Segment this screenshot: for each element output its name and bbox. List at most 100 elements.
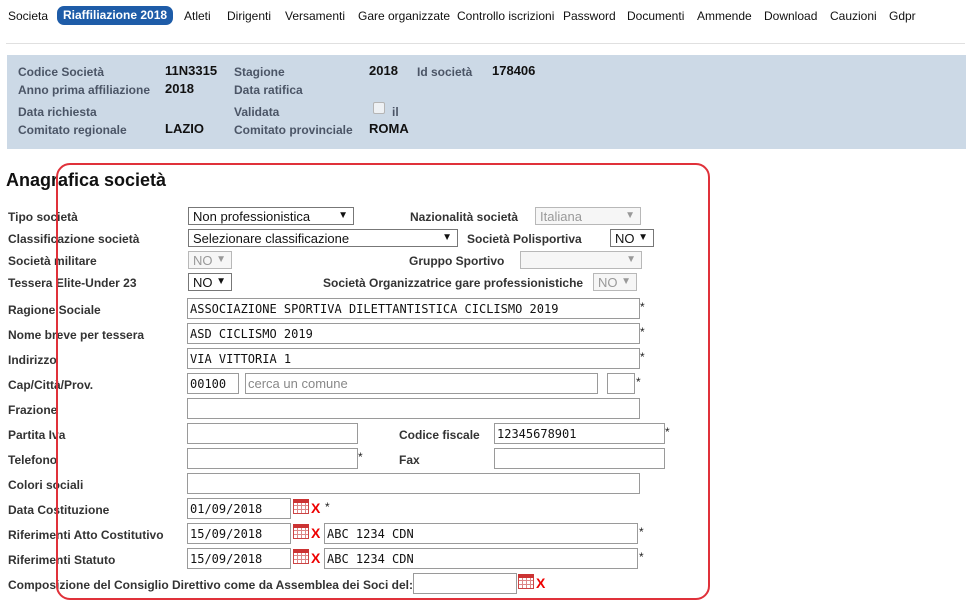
anno-affiliazione-label: Anno prima affiliazione <box>18 83 151 97</box>
nazionalita-value: Italiana <box>540 209 582 224</box>
comitato-regionale-label: Comitato regionale <box>18 123 127 137</box>
societa-militare-value: NO <box>193 253 213 268</box>
nav-item-ammende[interactable]: Ammende <box>697 9 752 23</box>
tessera-elite-select[interactable]: NO ▼ <box>188 273 232 291</box>
data-costituzione-input[interactable]: 01/09/2018 <box>187 498 291 519</box>
provincia-input[interactable] <box>607 373 635 394</box>
colori-sociali-input[interactable] <box>187 473 640 494</box>
top-navigation: Societa Riaffiliazione 2018 Atleti Dirig… <box>0 0 971 34</box>
nav-item-cauzioni[interactable]: Cauzioni <box>830 9 877 23</box>
consiglio-direttivo-date-input[interactable] <box>413 573 517 594</box>
chevron-down-icon: ▼ <box>338 210 348 221</box>
partita-iva-input[interactable] <box>187 423 358 444</box>
polisportiva-select[interactable]: NO ▼ <box>610 229 654 247</box>
anagrafica-form: Tipo società Non professionistica ▼ Nazi… <box>0 200 971 603</box>
nav-item-gdpr[interactable]: Gdpr <box>889 9 916 23</box>
id-societa-value: 178406 <box>492 63 536 78</box>
required-mark: * <box>358 450 363 464</box>
clear-date-icon[interactable]: X <box>536 575 545 591</box>
gruppo-sportivo-select: ▼ <box>520 251 642 269</box>
gruppo-sportivo-label: Gruppo Sportivo <box>409 254 505 268</box>
statuto-ref-input[interactable]: ABC 1234 CDN <box>324 548 638 569</box>
chevron-down-icon: ▼ <box>621 276 631 287</box>
codice-societa-label: Codice Società <box>18 65 105 79</box>
chevron-down-icon: ▼ <box>216 276 226 287</box>
id-societa-label: Id società <box>417 65 473 79</box>
statuto-date-input[interactable]: 15/09/2018 <box>187 548 291 569</box>
validata-label: Validata <box>234 105 280 119</box>
atto-costitutivo-ref-input[interactable]: ABC 1234 CDN <box>324 523 638 544</box>
tipo-societa-value: Non professionistica <box>193 209 311 224</box>
chevron-down-icon: ▼ <box>625 210 635 221</box>
clear-date-icon[interactable]: X <box>311 550 320 566</box>
classificazione-select[interactable]: Selezionare classificazione ▼ <box>188 229 458 247</box>
nav-item-riaffiliazione[interactable]: Riaffiliazione 2018 <box>57 6 174 25</box>
codice-societa-value: 11N3315 <box>165 63 218 78</box>
stagione-value: 2018 <box>369 63 398 78</box>
required-mark: * <box>640 350 645 364</box>
nav-item-documenti[interactable]: Documenti <box>627 9 684 23</box>
classificazione-value: Selezionare classificazione <box>193 231 350 246</box>
required-mark: * <box>640 325 645 339</box>
comune-search-input[interactable]: cerca un comune <box>245 373 598 394</box>
comitato-provinciale-label: Comitato provinciale <box>234 123 353 137</box>
data-ratifica-label: Data ratifica <box>234 83 303 97</box>
required-mark: * <box>639 525 644 539</box>
partita-iva-label: Partita Iva <box>8 428 66 442</box>
polisportiva-value: NO <box>615 231 635 246</box>
ragione-sociale-label: Ragione Sociale <box>8 303 101 317</box>
indirizzo-label: Indirizzo <box>8 353 57 367</box>
consiglio-direttivo-label: Composizione del Consiglio Direttivo com… <box>8 578 413 592</box>
atto-costitutivo-label: Riferimenti Atto Costitutivo <box>8 528 164 542</box>
nav-item-societa[interactable]: Societa <box>8 9 48 23</box>
chevron-down-icon: ▼ <box>626 254 636 265</box>
nav-item-download[interactable]: Download <box>764 9 817 23</box>
codice-fiscale-input[interactable]: 12345678901 <box>494 423 665 444</box>
fax-input[interactable] <box>494 448 665 469</box>
required-mark: * <box>640 300 645 314</box>
clear-date-icon[interactable]: X <box>311 500 320 516</box>
nav-divider <box>6 43 965 44</box>
calendar-icon[interactable] <box>518 574 534 589</box>
nav-item-versamenti[interactable]: Versamenti <box>285 9 345 23</box>
societa-militare-select: NO ▼ <box>188 251 232 269</box>
data-costituzione-label: Data Costituzione <box>8 503 110 517</box>
organizzatrice-select: NO ▼ <box>593 273 637 291</box>
calendar-icon[interactable] <box>293 499 309 514</box>
telefono-label: Telefono <box>8 453 58 467</box>
codice-fiscale-label: Codice fiscale <box>399 428 480 442</box>
fax-label: Fax <box>399 453 420 467</box>
calendar-icon[interactable] <box>293 524 309 539</box>
tessera-elite-label: Tessera Elite-Under 23 <box>8 276 137 290</box>
validata-il-label: il <box>392 105 399 119</box>
nav-item-controllo-iscrizioni[interactable]: Controllo iscrizioni <box>457 9 554 23</box>
required-mark: * <box>636 375 641 389</box>
telefono-input[interactable] <box>187 448 358 469</box>
ragione-sociale-input[interactable]: ASSOCIAZIONE SPORTIVA DILETTANTISTICA CI… <box>187 298 640 319</box>
atto-costitutivo-date-input[interactable]: 15/09/2018 <box>187 523 291 544</box>
comitato-regionale-value: LAZIO <box>165 121 204 136</box>
nav-item-password[interactable]: Password <box>563 9 616 23</box>
cap-input[interactable]: 00100 <box>187 373 239 394</box>
nome-breve-label: Nome breve per tessera <box>8 328 145 342</box>
nav-item-gare-organizzate[interactable]: Gare organizzate <box>358 9 450 23</box>
required-mark: * <box>325 500 330 514</box>
frazione-label: Frazione <box>8 403 58 417</box>
page-title: Anagrafica società <box>6 170 167 190</box>
calendar-icon[interactable] <box>293 549 309 564</box>
organizzatrice-label: Società Organizzatrice gare professionis… <box>323 276 584 290</box>
clear-date-icon[interactable]: X <box>311 525 320 541</box>
nav-item-atleti[interactable]: Atleti <box>184 9 211 23</box>
tipo-societa-select[interactable]: Non professionistica ▼ <box>188 207 354 225</box>
societa-militare-label: Società militare <box>8 254 97 268</box>
tessera-elite-value: NO <box>193 275 213 290</box>
nome-breve-input[interactable]: ASD CICLISMO 2019 <box>187 323 640 344</box>
society-summary-panel: Codice Società 11N3315 Stagione 2018 Id … <box>7 55 966 149</box>
nav-item-dirigenti[interactable]: Dirigenti <box>227 9 271 23</box>
anno-affiliazione-value: 2018 <box>165 81 194 96</box>
chevron-down-icon: ▼ <box>442 232 452 243</box>
frazione-input[interactable] <box>187 398 640 419</box>
validata-checkbox <box>373 102 385 114</box>
statuto-label: Riferimenti Statuto <box>8 553 116 567</box>
indirizzo-input[interactable]: VIA VITTORIA 1 <box>187 348 640 369</box>
